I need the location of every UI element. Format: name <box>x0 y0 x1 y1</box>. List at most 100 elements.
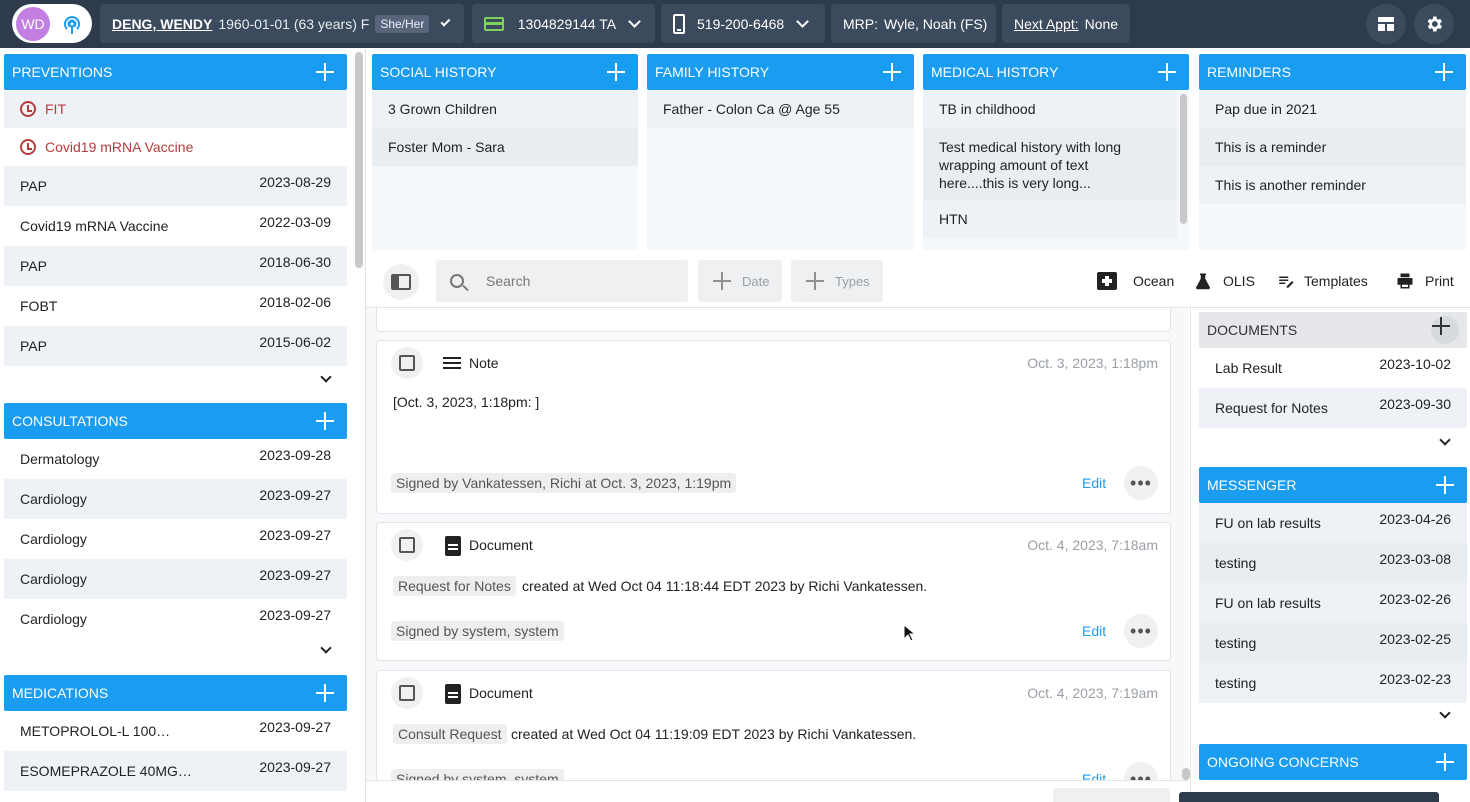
medical-history-item[interactable]: Test medical history with long wrapping … <box>923 128 1177 200</box>
prevention-label: FOBT <box>20 298 58 314</box>
message-item[interactable]: FU on lab results 2023-04-26 <box>1199 503 1467 543</box>
avatar[interactable]: WD <box>16 7 50 41</box>
expand-chevron-icon[interactable] <box>320 371 332 383</box>
consultation-date: 2023-09-28 <box>259 447 331 463</box>
note-card[interactable]: Note Oct. 3, 2023, 1:18pm [Oct. 3, 2023,… <box>376 340 1171 514</box>
ocean-button[interactable]: Ocean <box>1097 272 1174 290</box>
medical-history-scrollbar[interactable] <box>1180 94 1187 224</box>
family-history-item[interactable]: Father - Colon Ca @ Age 55 <box>647 90 914 128</box>
expand-chevron-icon[interactable] <box>1439 707 1451 719</box>
document-select-checkbox[interactable] <box>391 677 423 709</box>
olis-button[interactable]: OLIS <box>1194 272 1255 290</box>
social-history-title: SOCIAL HISTORY <box>380 64 497 80</box>
consultation-item[interactable]: Dermatology 2023-09-28 <box>4 439 347 479</box>
print-button[interactable]: Print <box>1395 272 1454 290</box>
patient-avatar-group[interactable]: WD <box>12 4 92 43</box>
settings-button[interactable] <box>1414 4 1454 44</box>
edit-note-link[interactable]: Edit <box>1082 475 1106 491</box>
consultation-item[interactable]: Cardiology 2023-09-27 <box>4 599 347 639</box>
search-field[interactable]: Search <box>436 260 688 302</box>
prevention-due-item[interactable]: FIT <box>4 90 347 128</box>
document-card[interactable]: Document Oct. 4, 2023, 7:19am Consult Re… <box>376 670 1171 782</box>
prevention-item[interactable]: PAP 2023-08-29 <box>4 166 347 206</box>
message-item[interactable]: testing 2023-03-08 <box>1199 543 1467 583</box>
document-item[interactable]: Request for Notes 2023-09-30 <box>1199 388 1467 428</box>
document-select-checkbox[interactable] <box>391 529 423 561</box>
add-prevention-button[interactable] <box>315 62 335 82</box>
social-history-item[interactable]: 3 Grown Children <box>372 90 638 128</box>
add-reminder-button[interactable] <box>1434 62 1454 82</box>
consultation-item[interactable]: Cardiology 2023-09-27 <box>4 479 347 519</box>
documents-header: DOCUMENTS <box>1199 312 1467 348</box>
message-item[interactable]: testing 2023-02-25 <box>1199 623 1467 663</box>
add-medical-history-button[interactable] <box>1157 62 1177 82</box>
medical-history-list: TB in childhood Test medical history wit… <box>923 90 1189 250</box>
edit-document-link[interactable]: Edit <box>1082 623 1106 639</box>
medication-item[interactable]: ESOMEPRAZOLE 40MG… 2023-09-27 <box>4 751 347 791</box>
next-appt-chip[interactable]: Next Appt: None <box>1002 4 1130 43</box>
types-filter-button[interactable]: Types <box>791 260 883 302</box>
family-history-header: FAMILY HISTORY <box>647 54 914 90</box>
prevention-item[interactable]: PAP 2015-06-02 <box>4 326 347 366</box>
reminder-text: Pap due in 2021 <box>1215 101 1317 117</box>
date-filter-button[interactable]: Date <box>698 260 782 302</box>
gear-icon <box>1427 16 1442 32</box>
more-options-button[interactable]: ••• <box>1124 614 1158 648</box>
add-message-button[interactable] <box>1435 475 1455 495</box>
more-options-button[interactable]: ••• <box>1124 762 1158 781</box>
message-item[interactable]: FU on lab results 2023-02-26 <box>1199 583 1467 623</box>
medical-history-item[interactable]: HTN <box>923 200 1177 238</box>
left-scrollbar[interactable] <box>355 52 363 268</box>
connect-icon[interactable] <box>60 12 84 36</box>
medication-item[interactable]: METOPROLOL-L 100… 2023-09-27 <box>4 711 347 751</box>
add-medication-button[interactable] <box>315 683 335 703</box>
consultation-item[interactable]: Cardiology 2023-09-27 <box>4 559 347 599</box>
family-history-title: FAMILY HISTORY <box>655 64 770 80</box>
health-card-chip[interactable]: 1304829144 TA <box>472 4 655 43</box>
bottom-button-ghost[interactable] <box>1053 788 1170 802</box>
message-item[interactable]: testing 2023-02-23 <box>1199 663 1467 703</box>
expand-chevron-icon[interactable] <box>1439 434 1451 446</box>
more-options-button[interactable]: ••• <box>1124 466 1158 500</box>
prevention-due-item[interactable]: Covid19 mRNA Vaccine <box>4 128 347 166</box>
add-family-history-button[interactable] <box>882 62 902 82</box>
note-lines-icon <box>443 357 461 369</box>
next-appt-label[interactable]: Next Appt: <box>1014 16 1079 32</box>
prevention-item[interactable]: Covid19 mRNA Vaccine 2022-03-09 <box>4 206 347 246</box>
messenger-list: FU on lab results 2023-04-26 testing 2023-… <box>1199 503 1467 739</box>
chevron-down-icon[interactable] <box>796 14 810 28</box>
add-social-history-button[interactable] <box>606 62 626 82</box>
prevention-item[interactable]: FOBT 2018-02-06 <box>4 286 347 326</box>
edit-note-icon <box>1279 276 1294 288</box>
notes-scrollbar[interactable] <box>1182 768 1190 780</box>
expand-chevron-icon[interactable] <box>320 642 332 654</box>
message-label: FU on lab results <box>1215 515 1321 531</box>
consultation-label: Cardiology <box>20 491 87 507</box>
phone-chip[interactable]: 519-200-6468 <box>661 4 825 43</box>
consultation-item[interactable]: Cardiology 2023-09-27 <box>4 519 347 559</box>
social-history-item[interactable]: Foster Mom - Sara <box>372 128 638 166</box>
document-item[interactable]: Lab Result 2023-10-02 <box>1199 348 1467 388</box>
chevron-down-icon[interactable] <box>628 14 641 28</box>
reminder-item[interactable]: Pap due in 2021 <box>1199 90 1466 128</box>
left-column: PREVENTIONS FIT Covid19 mRNA Vaccine PAP… <box>0 48 366 802</box>
add-document-button[interactable] <box>1431 316 1459 344</box>
templates-button[interactable]: Templates <box>1276 272 1368 290</box>
toggle-sidebar-button[interactable] <box>383 264 419 300</box>
medical-history-item[interactable]: TB in childhood <box>923 90 1177 128</box>
prevention-item[interactable]: PAP 2018-06-30 <box>4 246 347 286</box>
add-consultation-button[interactable] <box>315 411 335 431</box>
note-select-checkbox[interactable] <box>391 347 423 379</box>
medication-date: 2023-09-27 <box>259 759 331 775</box>
reminder-item[interactable]: This is a reminder <box>1199 128 1466 166</box>
history-panels: SOCIAL HISTORY 3 Grown Children Foster M… <box>366 48 1470 252</box>
reminder-item[interactable]: This is another reminder <box>1199 166 1466 204</box>
medical-history-header: MEDICAL HISTORY <box>923 54 1189 90</box>
patient-name-chip[interactable]: DENG, WENDY 1960-01-01 (63 years) F She/… <box>100 4 464 43</box>
document-card[interactable]: Document Oct. 4, 2023, 7:18am Request fo… <box>376 522 1171 661</box>
layout-button[interactable] <box>1366 4 1406 44</box>
patient-name[interactable]: DENG, WENDY <box>112 16 212 32</box>
add-ongoing-concern-button[interactable] <box>1435 752 1455 772</box>
chevron-down-icon[interactable] <box>440 16 451 26</box>
search-input[interactable]: Search <box>486 273 530 289</box>
